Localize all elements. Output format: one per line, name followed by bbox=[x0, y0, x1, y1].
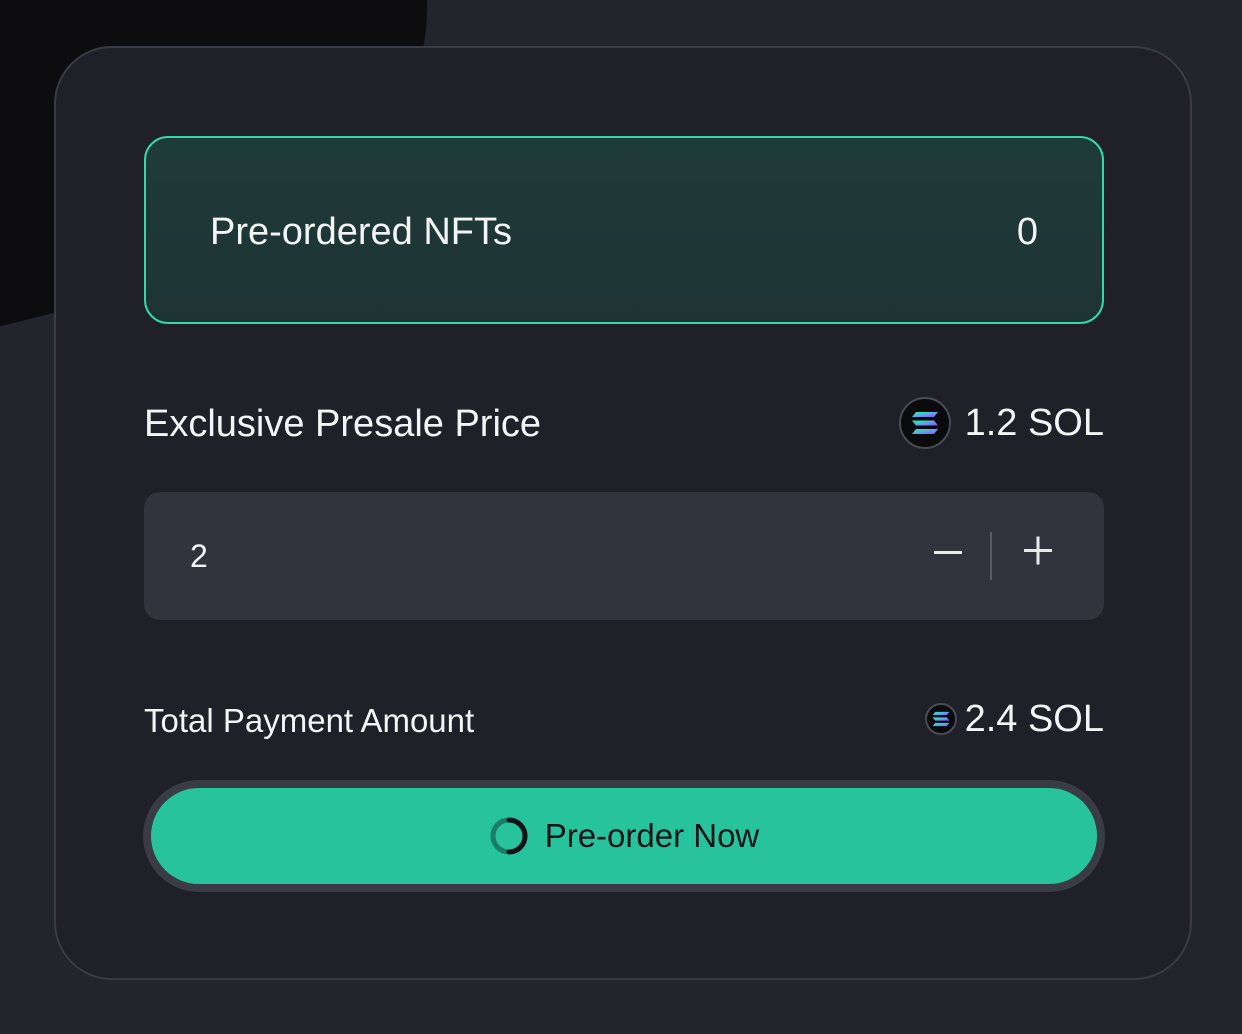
solana-logo-icon bbox=[911, 412, 938, 434]
minus-icon bbox=[934, 551, 962, 554]
solana-logo-icon bbox=[932, 711, 949, 727]
decrement-button[interactable] bbox=[930, 532, 966, 576]
plus-icon bbox=[1024, 536, 1052, 565]
increment-button[interactable] bbox=[1020, 532, 1056, 568]
preorder-now-button[interactable]: Pre-order Now bbox=[151, 788, 1097, 884]
total-payment-value: 2.4 SOL bbox=[964, 698, 1104, 740]
loading-spinner-icon bbox=[490, 817, 528, 855]
stepper-divider bbox=[990, 532, 992, 580]
quantity-stepper: 2 bbox=[144, 492, 1104, 620]
preorder-now-label: Pre-order Now bbox=[544, 817, 760, 854]
quantity-input[interactable]: 2 bbox=[190, 538, 208, 574]
presale-price-value: 1.2 SOL bbox=[964, 402, 1104, 444]
presale-price-label: Exclusive Presale Price bbox=[144, 403, 542, 445]
solana-icon bbox=[898, 397, 951, 449]
solana-icon bbox=[924, 703, 957, 735]
preordered-nfts-label: Pre-ordered NFTs bbox=[210, 211, 512, 253]
preordered-nfts-count: 0 bbox=[1016, 211, 1038, 253]
presale-price-value-group: 1.2 SOL bbox=[898, 396, 1104, 450]
total-payment-row: Total Payment Amount 2.4 SOL bbox=[144, 694, 1104, 746]
presale-price-row: Exclusive Presale Price 1.2 SOL bbox=[144, 396, 1104, 452]
total-payment-value-group: 2.4 SOL bbox=[924, 694, 1104, 744]
total-payment-label: Total Payment Amount bbox=[144, 702, 475, 739]
preordered-nfts-panel: Pre-ordered NFTs 0 bbox=[144, 136, 1104, 324]
